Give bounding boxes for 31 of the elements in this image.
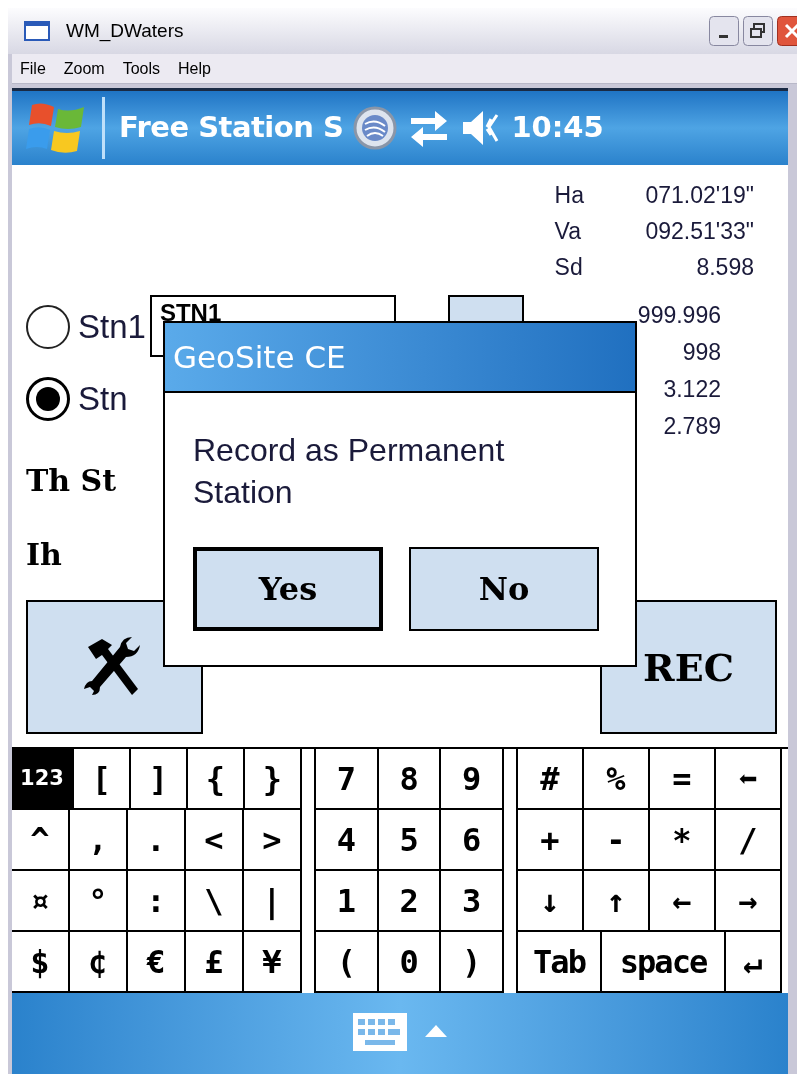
coordinate-value: 998 xyxy=(682,338,721,367)
coordinate-value: 999.996 xyxy=(637,301,721,330)
reading-value: 071.02'19" xyxy=(644,181,754,210)
window-title: WM_DWaters xyxy=(66,18,184,44)
reading-label: Va xyxy=(554,217,583,246)
coordinate-value: 3.122 xyxy=(663,375,721,404)
menu-item[interactable]: Help xyxy=(178,56,211,81)
field-label: Ih xyxy=(26,536,62,574)
menu-item[interactable]: Tools xyxy=(122,56,161,81)
dialog-title: GeoSite CE xyxy=(173,337,346,377)
menu-item[interactable]: Zoom xyxy=(63,56,105,81)
reading-label: Sd xyxy=(554,253,584,282)
field-label: Th St xyxy=(26,462,117,500)
restore-icon[interactable] xyxy=(743,16,773,46)
station-label: Stn1 xyxy=(78,307,146,347)
screen-title: Free Station S xyxy=(119,109,344,147)
radio-button[interactable] xyxy=(26,377,70,421)
minimize-icon[interactable] xyxy=(709,16,739,46)
reading-value: 092.51'33" xyxy=(644,217,754,246)
coordinate-value: 2.789 xyxy=(663,412,721,441)
yes-button[interactable]: Yes xyxy=(193,547,383,631)
no-button[interactable]: No xyxy=(409,547,599,631)
connection-status-icon[interactable] xyxy=(353,106,398,150)
menu-item[interactable]: File xyxy=(20,56,46,81)
reading-label: Ha xyxy=(554,181,584,210)
radio-button[interactable] xyxy=(26,305,70,349)
mode-key[interactable]: 123 xyxy=(12,749,74,808)
station-label: Stn xyxy=(78,379,128,419)
dialog-message: Record as Permanent Station xyxy=(193,431,506,512)
window-icon xyxy=(24,21,50,41)
reading-value: 8.598 xyxy=(695,253,754,282)
